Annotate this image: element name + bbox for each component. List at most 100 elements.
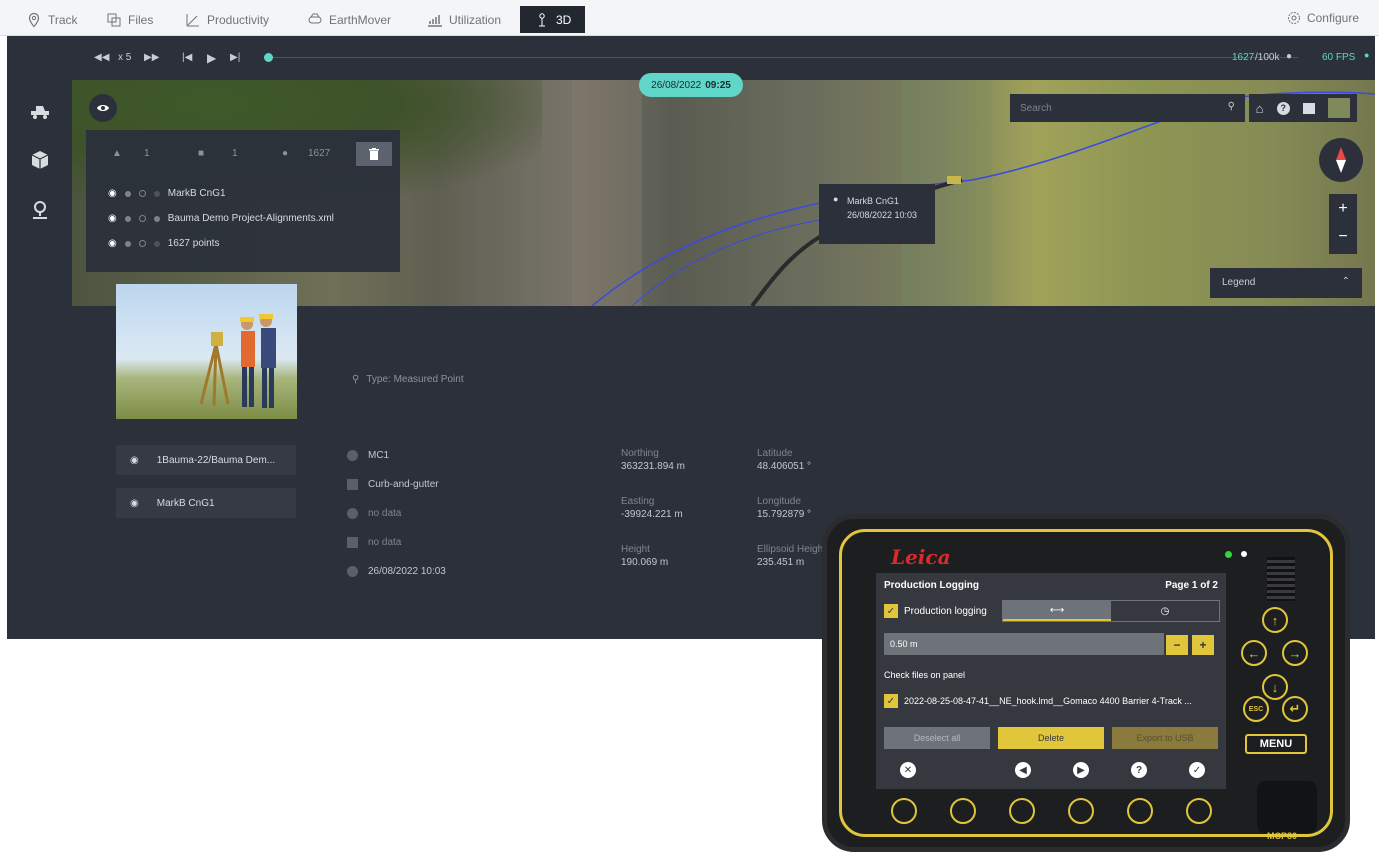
clock-icon bbox=[347, 566, 358, 577]
arrow-right-icon[interactable]: → bbox=[1282, 640, 1308, 666]
tab-productivity[interactable]: Productivity bbox=[185, 7, 269, 32]
layer-row[interactable]: ◉ MarkB CnG1 bbox=[108, 188, 226, 199]
configure-button[interactable]: Configure bbox=[1286, 10, 1359, 26]
code-icon bbox=[347, 479, 358, 490]
compass-button[interactable] bbox=[1319, 138, 1363, 182]
gear-icon bbox=[1287, 12, 1300, 24]
coord-label: Ellipsoid Height bbox=[757, 544, 826, 555]
attr-quality: no data bbox=[347, 508, 401, 519]
skip-end-button[interactable]: ▶| bbox=[230, 52, 240, 63]
export-usb-button[interactable]: Export to USB bbox=[1112, 727, 1218, 749]
cube-icon[interactable] bbox=[27, 148, 53, 172]
hardware-button-f6[interactable] bbox=[1186, 798, 1212, 824]
increment-button[interactable]: + bbox=[1192, 635, 1214, 655]
arrow-down-icon[interactable]: ↓ bbox=[1262, 674, 1288, 700]
eye-icon[interactable]: ◉ bbox=[108, 238, 117, 249]
time-label: 09:25 bbox=[705, 79, 731, 91]
image-icon[interactable] bbox=[1303, 102, 1316, 114]
arrow-up-icon[interactable]: ↑ bbox=[1262, 607, 1288, 633]
point-photo[interactable] bbox=[116, 284, 297, 419]
checkbox-icon[interactable]: ✓ bbox=[884, 694, 898, 708]
help-softkey-icon[interactable]: ? bbox=[1131, 762, 1147, 778]
timeline-knob[interactable] bbox=[264, 53, 273, 62]
delete-layers-button[interactable] bbox=[356, 142, 392, 166]
basemap-thumbnail[interactable] bbox=[1328, 98, 1351, 118]
target-icon bbox=[347, 508, 358, 519]
power-led bbox=[1225, 551, 1232, 558]
coord-label: Northing bbox=[621, 448, 659, 459]
tab-files[interactable]: Files bbox=[106, 7, 153, 32]
rewind-button[interactable]: ◀◀ bbox=[94, 52, 109, 63]
decrement-button[interactable]: − bbox=[1166, 635, 1188, 655]
confirm-softkey-icon[interactable]: ✓ bbox=[1189, 762, 1205, 778]
select-ring[interactable] bbox=[138, 240, 146, 247]
time-mode-icon[interactable]: ◷ bbox=[1111, 601, 1219, 621]
eye-icon[interactable]: ◉ bbox=[130, 498, 139, 509]
eye-icon[interactable]: ◉ bbox=[130, 455, 139, 466]
hardware-button-f4[interactable] bbox=[1068, 798, 1094, 824]
coord-label: Height bbox=[621, 544, 650, 555]
home-icon[interactable]: ⌂ bbox=[1256, 101, 1264, 116]
eye-icon[interactable]: ◉ bbox=[108, 213, 117, 224]
zoom-in-button[interactable]: + bbox=[1329, 194, 1357, 224]
timeline-track[interactable] bbox=[268, 57, 1298, 58]
close-softkey-icon[interactable]: ✕ bbox=[900, 762, 916, 778]
map-controls: ⌂ ? bbox=[1249, 94, 1357, 122]
eye-icon[interactable]: ◉ bbox=[108, 188, 117, 199]
surveyors-image bbox=[199, 314, 276, 408]
fast-forward-button[interactable]: ▶▶ bbox=[144, 52, 159, 63]
film-icon bbox=[347, 537, 358, 548]
tab-utilization[interactable]: Utilization bbox=[427, 7, 501, 32]
prev-softkey-icon[interactable]: ◀ bbox=[1015, 762, 1031, 778]
machine-icon[interactable] bbox=[27, 98, 53, 122]
deselect-all-button[interactable]: Deselect all bbox=[884, 727, 990, 749]
checkbox-icon[interactable]: ✓ bbox=[884, 604, 898, 618]
hardware-button-f1[interactable] bbox=[891, 798, 917, 824]
pin-icon bbox=[28, 12, 40, 27]
type-icon bbox=[153, 215, 160, 222]
skip-start-button[interactable]: |◀ bbox=[182, 52, 192, 63]
left-sidebar bbox=[7, 36, 72, 639]
file-checkbox-row[interactable]: ✓ 2022-08-25-08-47-41__NE_hook.lmd__Goma… bbox=[884, 694, 1192, 708]
color-dot bbox=[124, 240, 131, 247]
next-softkey-icon[interactable]: ▶ bbox=[1073, 762, 1089, 778]
file-item[interactable]: ◉ 1Bauma-22/Bauma Dem... bbox=[116, 445, 296, 475]
legend-toggle[interactable]: Legend ⌃ bbox=[1210, 268, 1362, 298]
zoom-out-button[interactable]: − bbox=[1329, 224, 1357, 254]
visibility-toggle-button[interactable] bbox=[89, 94, 117, 122]
tab-3d[interactable]: 3D bbox=[520, 6, 586, 33]
logging-toggle[interactable]: ✓ Production logging bbox=[884, 604, 987, 618]
file-item[interactable]: ◉ MarkB CnG1 bbox=[116, 488, 296, 518]
attr-image: no data bbox=[347, 537, 401, 548]
select-ring[interactable] bbox=[138, 215, 146, 222]
play-button[interactable]: ▶ bbox=[207, 51, 216, 65]
location-pin-icon[interactable] bbox=[27, 198, 53, 222]
hardware-button-f5[interactable] bbox=[1127, 798, 1153, 824]
interval-input[interactable]: 0.50 m bbox=[884, 633, 1164, 655]
arrow-left-icon[interactable]: ← bbox=[1241, 640, 1267, 666]
hardware-button-f2[interactable] bbox=[950, 798, 976, 824]
tab-earthmover[interactable]: EarthMover bbox=[307, 7, 391, 32]
select-ring[interactable] bbox=[138, 190, 146, 197]
status-led bbox=[1241, 551, 1247, 557]
logging-mode-selector[interactable]: ⟷ ◷ bbox=[1002, 600, 1220, 622]
file-name: 2022-08-25-08-47-41__NE_hook.lmd__Gomaco… bbox=[904, 696, 1192, 706]
top-navigation: Track Files Productivity EarthMover Util… bbox=[0, 0, 1379, 36]
help-icon[interactable]: ? bbox=[1276, 101, 1290, 115]
northing: Northing 363231.894 m bbox=[621, 447, 685, 473]
menu-button[interactable]: MENU bbox=[1245, 734, 1307, 754]
layer-row[interactable]: ◉ Bauma Demo Project-Alignments.xml bbox=[108, 213, 334, 224]
tab-track[interactable]: Track bbox=[26, 7, 78, 32]
escape-button[interactable]: ESC bbox=[1243, 696, 1269, 722]
distance-mode-icon[interactable]: ⟷ bbox=[1003, 601, 1111, 621]
usb-cover bbox=[1257, 781, 1317, 833]
search-icon[interactable]: ⚲ bbox=[1228, 101, 1235, 112]
fps-status-dot: ● bbox=[1364, 50, 1370, 60]
enter-icon[interactable]: ↵ bbox=[1282, 696, 1308, 722]
delete-button[interactable]: Delete bbox=[998, 727, 1104, 749]
person-icon: ⚲ bbox=[352, 374, 360, 385]
layer-row[interactable]: ◉ 1627 points bbox=[108, 238, 219, 249]
search-input[interactable]: Search ⚲ bbox=[1010, 94, 1245, 122]
point-count: 1627 bbox=[308, 148, 331, 159]
hardware-button-f3[interactable] bbox=[1009, 798, 1035, 824]
